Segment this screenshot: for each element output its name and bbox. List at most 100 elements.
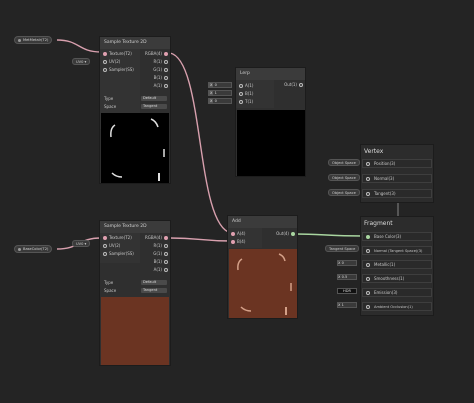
type-row: Type Default [100, 279, 170, 286]
input-port-texture[interactable] [103, 52, 107, 56]
vertex-slot-position[interactable]: Position(3) [362, 159, 432, 168]
slot-port[interactable] [366, 305, 370, 309]
node-inputs: A(4) B(4) [228, 228, 262, 248]
output-port-g[interactable] [164, 68, 168, 72]
input-label: Sampler(SS) [109, 251, 134, 256]
output-port-rgba[interactable] [164, 52, 168, 56]
slot-port[interactable] [366, 235, 370, 239]
edge-add-basecolor [295, 233, 364, 237]
field-value: 0 [214, 99, 217, 103]
fragment-context: Fragment Base Color(3) Normal (Tangent S… [360, 216, 434, 316]
fragment-slot-emission[interactable]: Emission(3) [362, 288, 432, 297]
input-port-uv[interactable] [103, 244, 107, 248]
input-label: B(4) [237, 239, 246, 244]
metallic-field[interactable]: X 0 [337, 260, 357, 266]
input-port-sampler[interactable] [103, 252, 107, 256]
sample-texture-node-top[interactable]: Sample Texture 2D Texture(T2) UV(2) Samp… [99, 36, 171, 184]
field-value: 0 [214, 83, 217, 87]
lerp-field-t[interactable]: X 0 [208, 98, 232, 104]
add-preview [229, 249, 297, 318]
sample-texture-node-bottom[interactable]: Sample Texture 2D Texture(T2) UV(2) Samp… [99, 220, 171, 366]
field-value: 1 [214, 91, 217, 95]
output-label: B(1) [153, 259, 162, 264]
property-node-mettle[interactable]: MetMetalr(T2) [14, 36, 53, 44]
output-port-b[interactable] [164, 260, 168, 264]
node-title: Sample Texture 2D [100, 221, 170, 233]
slot-port[interactable] [366, 263, 370, 267]
slot-port[interactable] [366, 277, 370, 281]
node-title: Add [228, 216, 297, 228]
fragment-slot-metallic[interactable]: Metallic(1) [362, 260, 432, 269]
output-port-g[interactable] [164, 252, 168, 256]
smoothness-field[interactable]: X 0.5 [337, 274, 357, 280]
input-port-uv[interactable] [103, 60, 107, 64]
node-inputs: A(1) B(1) T(1) [236, 80, 274, 108]
output-port-r[interactable] [164, 244, 168, 248]
input-port-b[interactable] [231, 240, 235, 244]
output-port-rgba[interactable] [164, 236, 168, 240]
input-port-sampler[interactable] [103, 68, 107, 72]
fragment-slot-occlusion[interactable]: Ambient Occlusion(1) [362, 302, 432, 311]
normal-space-chip[interactable]: Object Space [328, 174, 360, 181]
output-label: RGBA(4) [144, 51, 162, 56]
slot-port[interactable] [366, 192, 370, 196]
type-label: Type [104, 96, 114, 101]
input-port-t[interactable] [239, 100, 243, 104]
output-port-b[interactable] [164, 76, 168, 80]
lerp-field-b[interactable]: X 1 [208, 90, 232, 96]
uv-chip-top[interactable]: UV0 ▾ [72, 58, 91, 65]
input-port-a[interactable] [231, 232, 235, 236]
position-space-chip[interactable]: Object Space [328, 159, 360, 166]
occlusion-field[interactable]: X 1 [337, 302, 357, 308]
lerp-field-a[interactable]: X 0 [208, 82, 232, 88]
tangent-space-chip[interactable]: Object Space [328, 189, 360, 196]
output-port-r[interactable] [164, 60, 168, 64]
type-dropdown[interactable]: Default [141, 96, 167, 101]
property-dot-icon [18, 38, 21, 42]
uv-chip-bottom[interactable]: UV0 ▾ [72, 240, 91, 247]
input-port-texture[interactable] [103, 236, 107, 240]
slot-label: Base Color(3) [374, 234, 402, 239]
fragment-slot-normal[interactable]: Normal (Tangent Space)(3) [362, 246, 432, 255]
slot-label: Smoothness(1) [374, 276, 405, 281]
output-label: Out(4) [276, 231, 289, 236]
property-node-basecolor[interactable]: BaseColor(T2) [14, 245, 53, 253]
texture-preview-image [110, 118, 165, 181]
lerp-node[interactable]: Lerp A(1) B(1) T(1) Out(1) [235, 67, 306, 177]
type-row: Type Default [100, 95, 170, 102]
context-title: Vertex [364, 148, 384, 155]
input-label: UV(2) [109, 243, 121, 248]
output-port-out[interactable] [291, 232, 295, 236]
slot-port[interactable] [366, 162, 370, 166]
add-node[interactable]: Add A(4) B(4) Out(4) [227, 215, 298, 319]
fragment-slot-basecolor[interactable]: Base Color(3) [362, 232, 432, 241]
input-label: A(4) [237, 231, 246, 236]
normal-space-chip[interactable]: Tangent Space [325, 245, 360, 252]
slot-port[interactable] [366, 177, 370, 181]
output-label: A(1) [153, 267, 162, 272]
node-title: Sample Texture 2D [100, 37, 170, 49]
output-label: G(1) [153, 251, 162, 256]
edge-top-rgba-add [169, 52, 232, 234]
output-label: RGBA(4) [144, 235, 162, 240]
space-dropdown[interactable]: Tangent [141, 104, 167, 109]
slot-port[interactable] [366, 249, 370, 253]
output-port-a[interactable] [164, 84, 168, 88]
output-port-a[interactable] [164, 268, 168, 272]
axis-label: X [209, 91, 214, 95]
type-label: Type [104, 280, 114, 285]
space-label: Space [104, 288, 117, 293]
input-port-b[interactable] [239, 92, 243, 96]
vertex-slot-normal[interactable]: Normal(3) [362, 174, 432, 183]
slot-label: Tangent(3) [374, 191, 396, 196]
space-dropdown[interactable]: Tangent [141, 288, 167, 293]
slot-port[interactable] [366, 291, 370, 295]
output-port-out[interactable] [299, 83, 303, 87]
fragment-slot-smoothness[interactable]: Smoothness(1) [362, 274, 432, 283]
input-port-a[interactable] [239, 84, 243, 88]
type-dropdown[interactable]: Default [141, 280, 167, 285]
vertex-slot-tangent[interactable]: Tangent(3) [362, 189, 432, 198]
slot-label: Normal(3) [374, 176, 395, 181]
output-label: R(1) [153, 59, 162, 64]
emission-color-field[interactable]: HDR [337, 288, 357, 294]
